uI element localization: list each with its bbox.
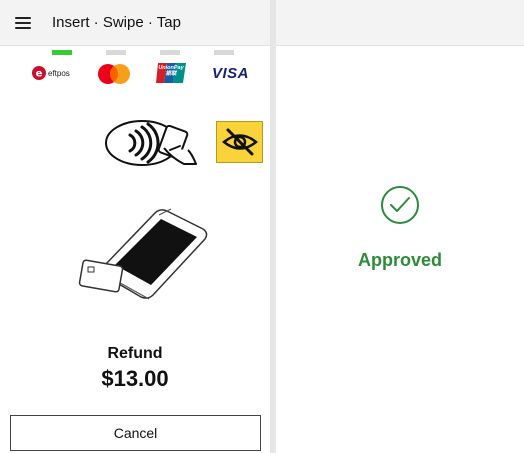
eye-slash-icon xyxy=(221,128,258,156)
mastercard-icon xyxy=(98,64,130,84)
payment-header: Insert · Swipe · Tap xyxy=(0,0,270,46)
indicator-1 xyxy=(52,50,72,55)
payment-title: Insert · Swipe · Tap xyxy=(52,14,181,31)
result-panel: Approved xyxy=(276,0,524,453)
unionpay-cn-label: 银联 xyxy=(165,71,177,77)
contactless-tap-icon xyxy=(105,120,197,166)
eftpos-logo: e eftpos xyxy=(32,66,70,80)
unionpay-logo: UnionPay 银联 xyxy=(156,61,186,85)
indicator-2 xyxy=(106,50,126,55)
eftpos-icon: e xyxy=(32,66,46,80)
indicator-3 xyxy=(160,50,180,55)
visa-logo: VISA xyxy=(212,65,250,82)
accessibility-toggle[interactable] xyxy=(216,121,263,163)
progress-indicators xyxy=(0,48,270,56)
payment-panel: Insert · Swipe · Tap e eftpos UnionPay 银… xyxy=(0,0,270,453)
eftpos-label: eftpos xyxy=(48,68,70,78)
card-terminal-illustration xyxy=(78,208,208,300)
payment-brands: e eftpos UnionPay 银联 VISA xyxy=(0,58,270,92)
cancel-button[interactable]: Cancel xyxy=(10,415,261,451)
check-circle-icon xyxy=(381,186,419,224)
result-header xyxy=(276,0,524,46)
svg-text:e: e xyxy=(36,69,43,80)
transaction-amount: $13.00 xyxy=(101,366,169,391)
indicator-4 xyxy=(214,50,234,55)
transaction-type: Refund xyxy=(107,345,163,362)
hamburger-menu-icon[interactable] xyxy=(15,16,31,29)
status-text: Approved xyxy=(357,250,442,270)
